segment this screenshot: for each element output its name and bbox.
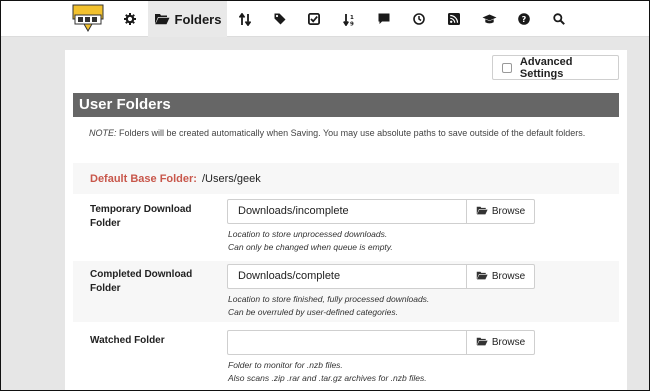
nav-rss[interactable] <box>443 1 465 37</box>
folder-open-icon <box>476 271 492 283</box>
svg-text:?: ? <box>522 15 527 24</box>
svg-text:1: 1 <box>350 15 354 21</box>
folder-open-icon <box>476 206 492 218</box>
tab-folders-label: Folders <box>174 11 222 27</box>
completed-folder-input[interactable]: Downloads/complete <box>227 264 467 289</box>
watched-folder-browse-button[interactable]: Browse <box>466 330 535 355</box>
note-prefix: NOTE: <box>89 128 117 138</box>
folder-open-icon <box>154 13 170 25</box>
help-line: Can only be changed when queue is empty. <box>228 242 393 252</box>
rss-icon <box>448 13 460 25</box>
temp-folder-label: Temporary Download Folder <box>90 204 192 229</box>
watched-folder-input[interactable] <box>227 330 467 355</box>
advanced-settings-label: Advanced Settings <box>519 55 573 80</box>
question-circle-icon: ? <box>518 13 530 25</box>
nav-scheduling[interactable] <box>408 1 430 37</box>
search-icon <box>553 13 565 25</box>
help-line: Folder to monitor for .nzb files. <box>228 360 343 370</box>
section-title: User Folders <box>73 93 619 117</box>
nav-notifications[interactable] <box>373 1 395 37</box>
help-line: Also scans .zip .rar and .tar.gz archive… <box>228 373 427 383</box>
nav-special[interactable] <box>477 1 501 37</box>
browse-label: Browse <box>491 337 526 348</box>
graduation-cap-icon <box>482 14 497 25</box>
temp-folder-help: Location to store unprocessed downloads.… <box>228 228 393 254</box>
watched-folder-help: Folder to monitor for .nzb files. Also s… <box>228 359 427 385</box>
nav-config[interactable] <box>119 1 141 37</box>
tab-folders[interactable]: Folders <box>148 1 227 37</box>
browse-label: Browse <box>491 271 526 282</box>
advanced-settings-toggle[interactable]: Advanced Settings <box>492 55 619 80</box>
sort-arrows-icon <box>239 12 251 26</box>
wrench-gear-icon <box>124 13 136 25</box>
nav-categories[interactable] <box>269 1 291 37</box>
help-line: Location to store finished, fully proces… <box>228 294 430 304</box>
section-note: NOTE: Folders will be created automatica… <box>89 128 585 138</box>
nav-search[interactable] <box>548 1 570 37</box>
completed-folder-browse-button[interactable]: Browse <box>466 264 535 289</box>
temp-folder-input[interactable]: Downloads/incomplete <box>227 199 467 224</box>
watched-folder-label: Watched Folder <box>90 335 165 346</box>
nav-sorting[interactable] <box>303 1 325 37</box>
help-line: Can be overruled by user-defined categor… <box>228 307 398 317</box>
completed-folder-label: Completed Download Folder <box>90 269 193 294</box>
comment-icon <box>378 13 390 25</box>
check-square-icon <box>308 13 320 25</box>
help-line: Location to store unprocessed downloads. <box>228 229 388 239</box>
top-navigation: Folders 19 ? <box>1 1 649 37</box>
temp-folder-browse-button[interactable]: Browse <box>466 199 535 224</box>
base-folder-value: /Users/geek <box>202 173 261 185</box>
sort-numeric-icon: 19 <box>343 13 355 26</box>
nav-switches[interactable] <box>234 1 256 37</box>
nav-sort-numeric[interactable]: 19 <box>338 1 360 37</box>
nav-help[interactable]: ? <box>513 1 535 37</box>
tag-icon <box>274 13 286 25</box>
browse-label: Browse <box>491 206 526 217</box>
folder-open-icon <box>476 337 492 349</box>
svg-text:9: 9 <box>350 21 354 26</box>
sabnzbd-logo[interactable] <box>71 3 105 35</box>
advanced-settings-checkbox[interactable] <box>502 62 512 73</box>
base-folder-label: Default Base Folder: <box>90 173 197 185</box>
note-text: Folders will be created automatically wh… <box>116 128 586 138</box>
clock-icon <box>413 13 425 25</box>
completed-folder-help: Location to store finished, fully proces… <box>228 293 429 319</box>
